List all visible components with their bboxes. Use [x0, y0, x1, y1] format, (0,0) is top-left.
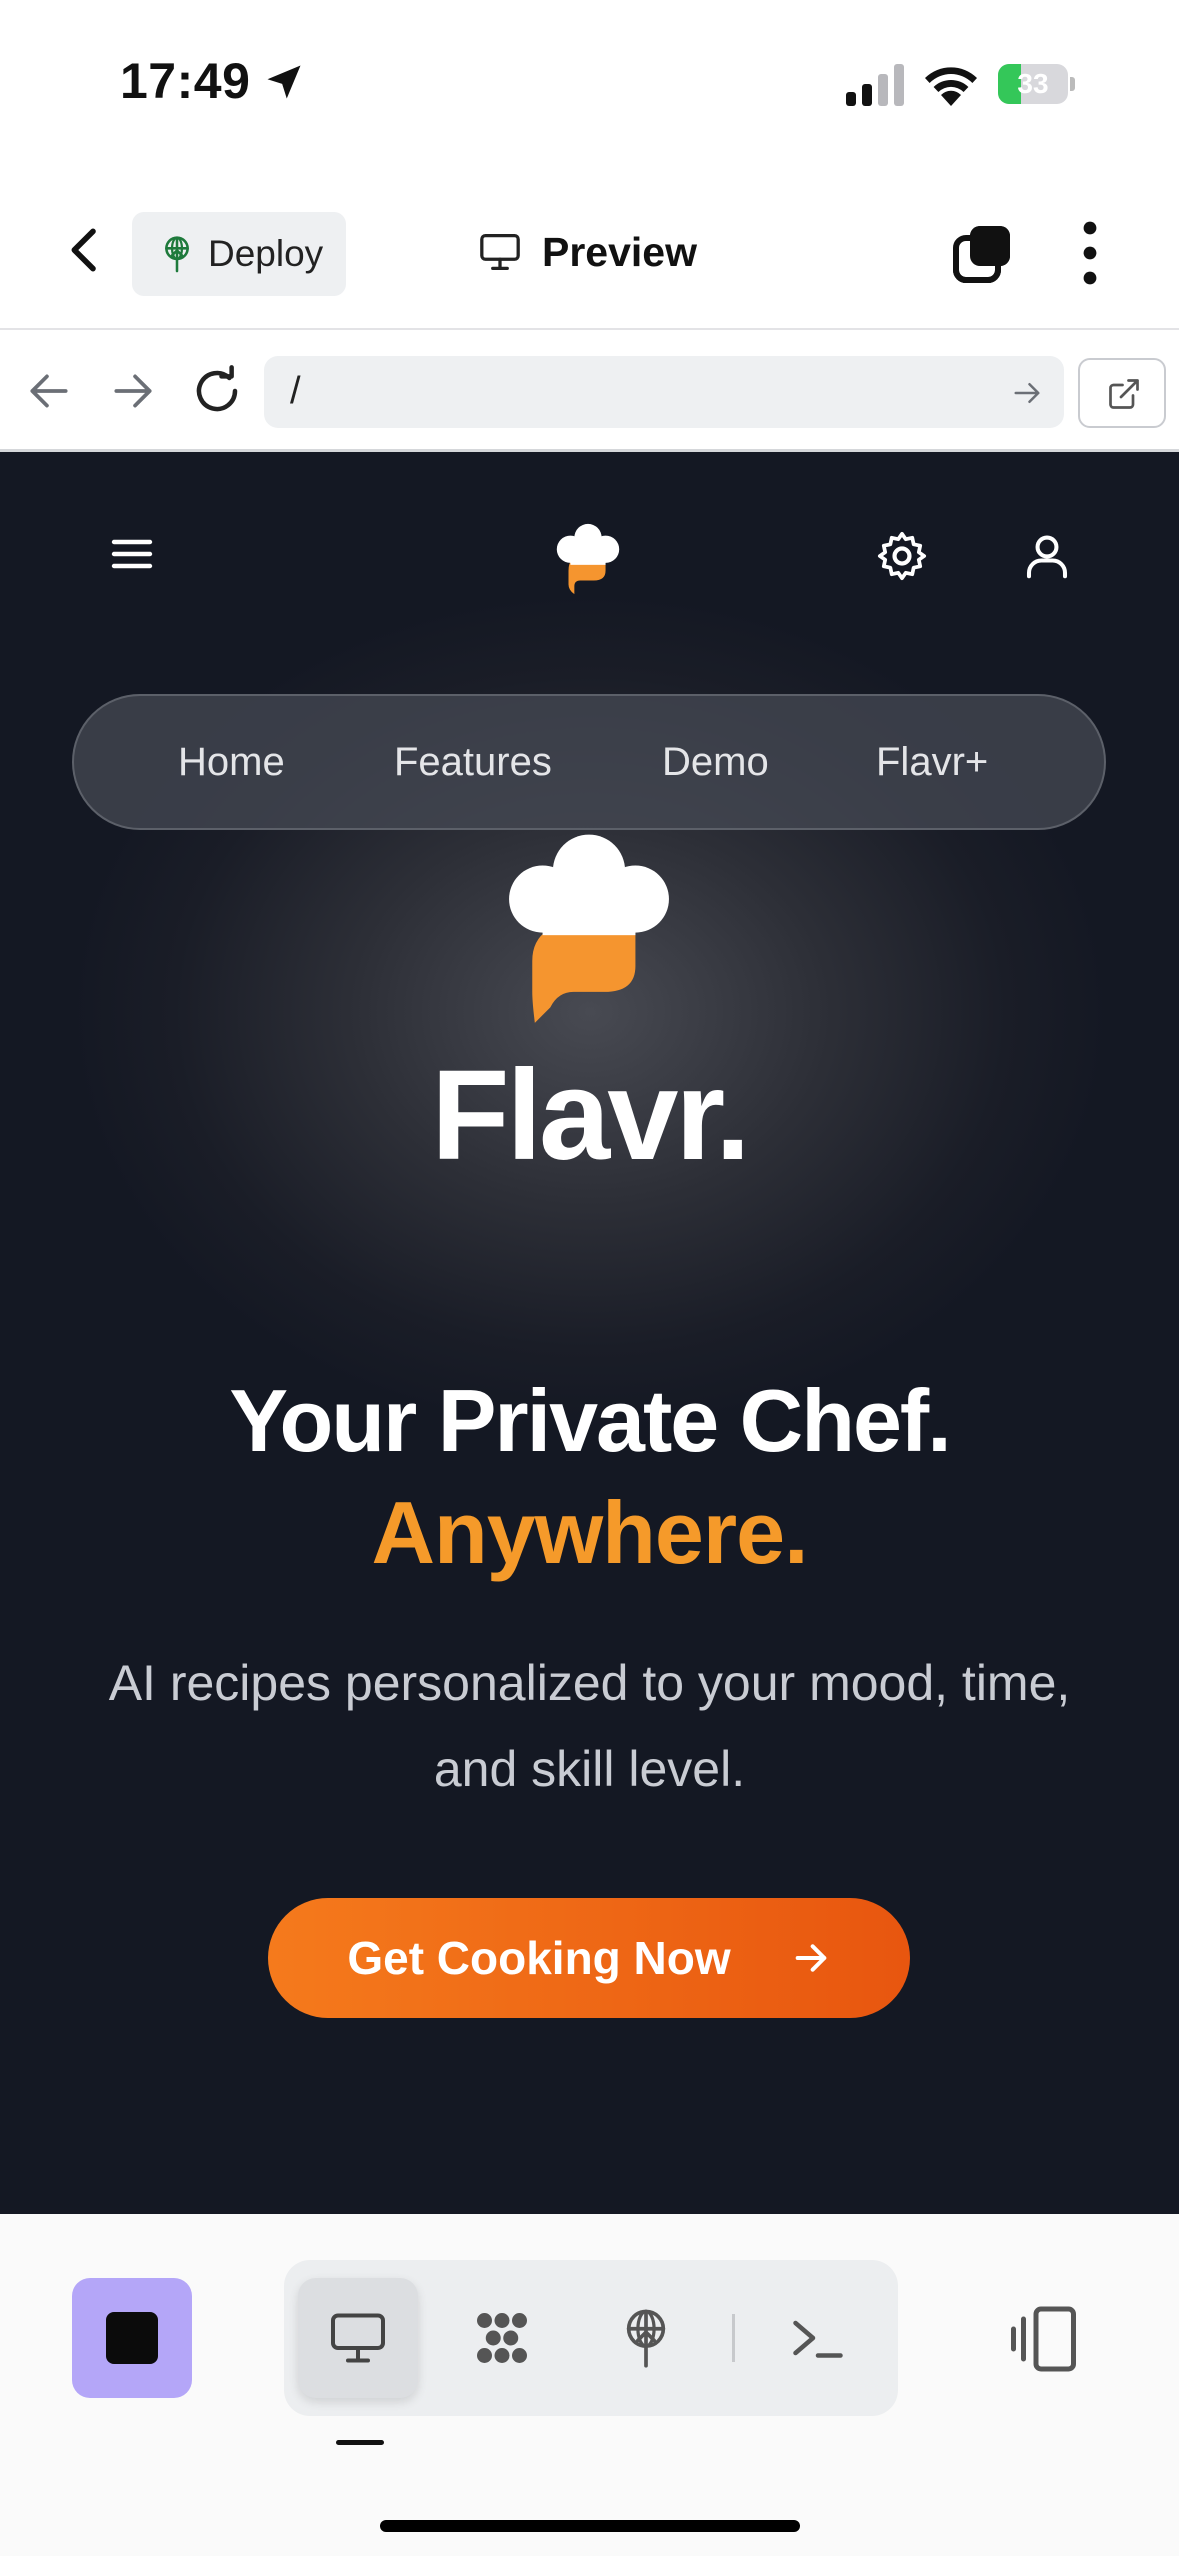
site-preview: Home Features Demo Flavr+ Flavr. Your Pr…: [0, 452, 1179, 2214]
reload-icon[interactable]: [190, 364, 244, 418]
stop-button[interactable]: [72, 2278, 192, 2398]
user-icon[interactable]: [1020, 528, 1074, 584]
tool-group: [284, 2260, 898, 2416]
back-chevron-icon[interactable]: [58, 222, 114, 278]
tool-workflow[interactable]: [442, 2278, 562, 2398]
hero-headline: Your Private Chef.: [229, 1371, 951, 1470]
flavr-logo-icon: [509, 834, 669, 1023]
url-value: /: [290, 370, 301, 412]
tool-divider: [732, 2314, 735, 2362]
workflow-dots-icon: [477, 2313, 527, 2363]
nav-item-flavr-plus[interactable]: Flavr+: [876, 740, 988, 785]
arrow-left-icon[interactable]: [24, 366, 74, 416]
hero-subtitle: AI recipes personalized to your mood, ti…: [108, 1655, 1071, 1797]
preview-label: Preview: [542, 228, 697, 275]
deploy-label: Deploy: [208, 233, 324, 274]
monitor-preview-icon: [331, 2313, 385, 2363]
open-external-icon: [1109, 379, 1139, 409]
wifi-icon: [925, 67, 977, 106]
hero-headline-accent: Anywhere.: [371, 1483, 808, 1582]
stop-icon: [106, 2312, 158, 2364]
go-arrow-icon[interactable]: [1012, 378, 1042, 408]
deploy-globe-icon: [165, 236, 189, 273]
deploy-globe-icon: [626, 2309, 666, 2368]
preview-title: Preview: [478, 222, 697, 282]
tool-preview[interactable]: [298, 2278, 418, 2398]
nav-item-demo[interactable]: Demo: [662, 740, 769, 785]
monitor-icon: [480, 233, 520, 270]
arrow-right-icon: [795, 1944, 826, 1972]
open-external-button[interactable]: [1078, 358, 1166, 428]
cta-label: Get Cooking Now: [347, 1932, 731, 1984]
status-time: 17:49: [120, 53, 251, 109]
menu-icon[interactable]: [108, 530, 156, 578]
url-bar-row: /: [0, 330, 1179, 452]
nav-item-features[interactable]: Features: [394, 740, 552, 785]
url-input[interactable]: /: [264, 356, 1064, 428]
arrow-right-icon[interactable]: [108, 366, 158, 416]
battery-text: 33: [1017, 68, 1049, 99]
site-nav: Home Features Demo Flavr+: [72, 694, 1106, 830]
cellular-signal-icon: [846, 64, 904, 106]
get-cooking-button[interactable]: Get Cooking Now: [268, 1898, 910, 2018]
chef-hat-logo-icon[interactable]: [552, 520, 624, 598]
settings-gear-icon[interactable]: [874, 528, 930, 584]
nav-item-home[interactable]: Home: [178, 740, 285, 785]
status-bar: 17:49 33: [0, 0, 1179, 170]
tool-deploy[interactable]: [586, 2278, 706, 2398]
tool-terminal[interactable]: [758, 2278, 878, 2398]
battery-charging-icon: 33: [998, 64, 1076, 104]
tabs-icon[interactable]: [952, 224, 1012, 284]
deploy-button[interactable]: Deploy: [132, 212, 346, 296]
active-tool-indicator: [336, 2440, 384, 2445]
home-indicator: [380, 2520, 800, 2532]
bottom-toolbar: [0, 2214, 1179, 2556]
terminal-icon: [793, 2320, 843, 2358]
device-layout-icon[interactable]: [1006, 2304, 1086, 2374]
app-header: Deploy Preview: [0, 170, 1179, 330]
location-arrow-icon: [267, 65, 301, 99]
more-vertical-icon[interactable]: [1070, 220, 1110, 286]
brand-name: Flavr.: [431, 1044, 750, 1187]
